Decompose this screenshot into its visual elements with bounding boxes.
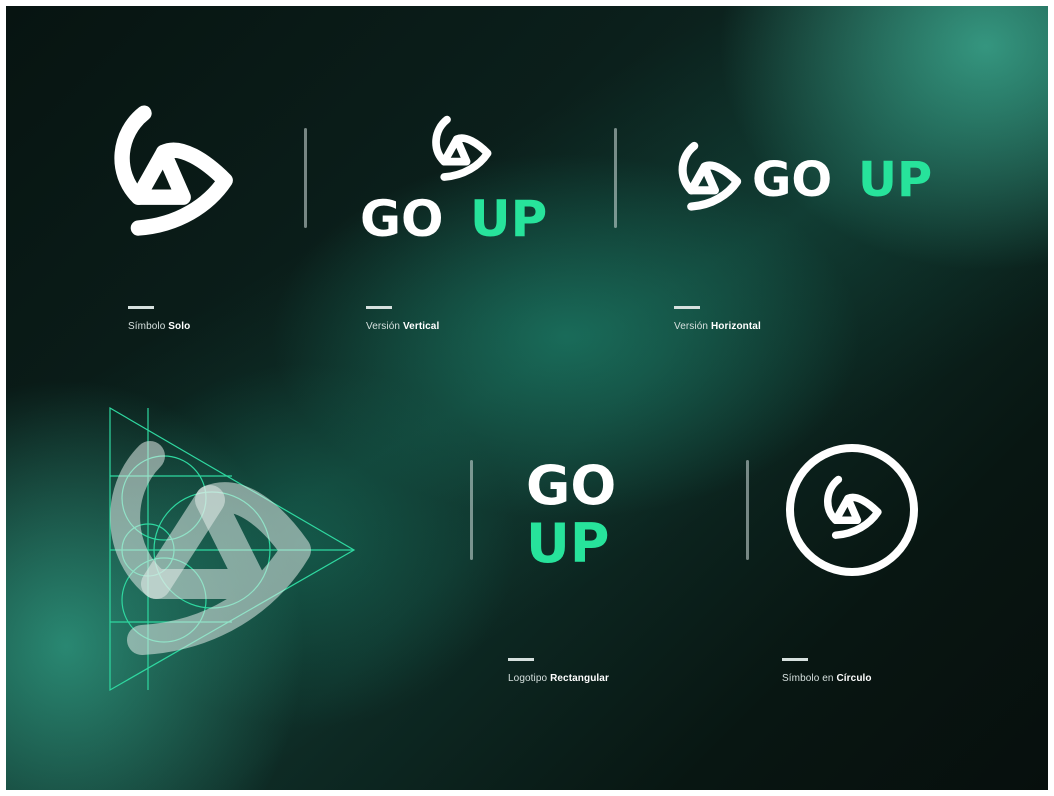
- brand-board: GO UP GO UP Símbolo Solo Versión Vertica…: [6, 6, 1048, 790]
- caption-bold: Solo: [168, 321, 191, 332]
- wordmark-up: UP: [470, 190, 547, 244]
- caption-bar: [508, 658, 534, 661]
- horizontal-version-symbol: [678, 141, 742, 211]
- caption-regular: Símbolo: [128, 321, 166, 332]
- caption-regular: Logotipo: [508, 673, 548, 684]
- triangle-swirl-logo-icon: [678, 141, 742, 211]
- caption-regular: Símbolo en: [782, 673, 834, 684]
- construction-grid: [109, 406, 356, 692]
- caption-bold: Vertical: [402, 321, 440, 332]
- vertical-version-logo: [432, 115, 492, 181]
- caption-simbolo-en-circulo: Símbolo en Círculo: [782, 658, 872, 684]
- wordmark-go: GO: [526, 454, 616, 517]
- triangle-swirl-logo-icon: [114, 105, 233, 236]
- caption-bar: [674, 306, 700, 309]
- caption-simbolo-solo: Símbolo Solo: [128, 306, 190, 332]
- divider-2: [614, 128, 617, 228]
- divider-4: [746, 460, 749, 560]
- caption-version-vertical: Versión Vertical: [366, 306, 439, 332]
- triangle-swirl-logo-icon: [432, 115, 492, 181]
- caption-bold: Horizontal: [710, 321, 761, 332]
- caption-version-horizontal: Versión Horizontal: [674, 306, 761, 332]
- caption-logotipo-rectangular: Logotipo Rectangular: [508, 658, 609, 684]
- vertical-wordmark: GO UP: [360, 190, 547, 244]
- caption-bold: Rectangular: [550, 673, 609, 684]
- rectangular-logotype: GO UP: [526, 454, 616, 570]
- caption-regular: Versión: [366, 321, 401, 332]
- caption-bold: Círculo: [836, 673, 872, 684]
- horizontal-wordmark: GO UP: [752, 152, 932, 202]
- wordmark-up: UP: [526, 512, 609, 570]
- caption-bar: [366, 306, 392, 309]
- caption-bar: [782, 658, 808, 661]
- wordmark-go: GO: [360, 190, 444, 244]
- divider-1: [304, 128, 307, 228]
- triangle-swirl-logo-icon: [824, 475, 882, 539]
- symbol-solo-logo: [114, 105, 233, 236]
- circle-symbol-logo: [786, 444, 918, 576]
- wordmark-go: GO: [752, 152, 832, 202]
- caption-regular: Versión: [674, 321, 709, 332]
- wordmark-up: UP: [858, 152, 932, 202]
- caption-bar: [128, 306, 154, 309]
- divider-3: [470, 460, 473, 560]
